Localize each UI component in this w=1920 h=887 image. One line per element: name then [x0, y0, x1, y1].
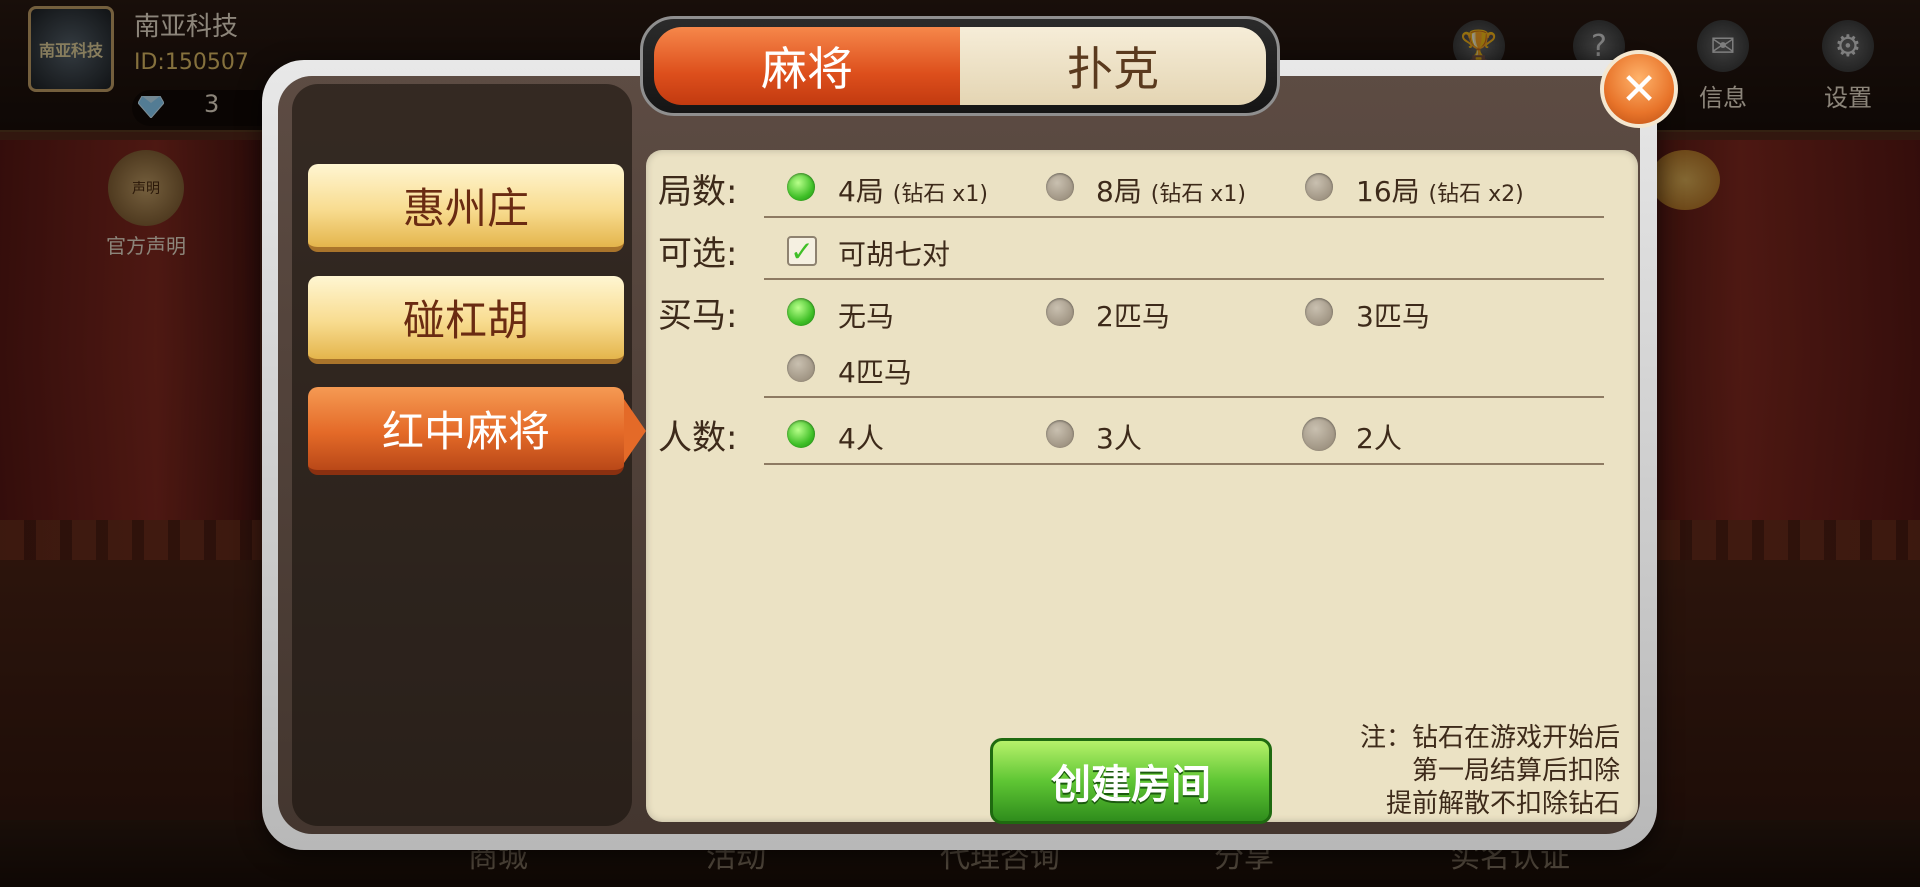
horse-none-option[interactable]: 无马	[838, 295, 894, 335]
players-4-radio[interactable]	[787, 420, 815, 448]
tab-poker[interactable]: 扑克	[960, 27, 1266, 105]
qidui-label[interactable]: 可胡七对	[838, 233, 950, 273]
qidui-checkbox[interactable]: ✓	[787, 234, 817, 268]
rounds-8-radio[interactable]	[1046, 173, 1074, 201]
horse-3-option[interactable]: 3匹马	[1356, 295, 1430, 335]
rounds-16-cost: (钻石 x2)	[1428, 182, 1524, 207]
check-icon: ✓	[790, 234, 814, 268]
diamond-note: 注：钻石在游戏开始后 第一局结算后扣除 提前解散不扣除钻石	[1320, 722, 1620, 821]
buy-horse-label: 买马:	[658, 296, 738, 336]
rounds-8-option[interactable]: 8局 (钻石 x1)	[1096, 170, 1246, 210]
note-line-1: 注：钻石在游戏开始后	[1359, 723, 1620, 753]
divider	[764, 463, 1604, 465]
mode-hongzhong-mahjong[interactable]: 红中麻将	[308, 387, 646, 475]
players-3-option[interactable]: 3人	[1096, 417, 1142, 457]
rounds-4-cost: (钻石 x1)	[892, 182, 988, 207]
rounds-8-text: 8局	[1096, 175, 1142, 208]
note-line-3: 提前解散不扣除钻石	[1385, 789, 1620, 819]
mode-huizhouzhuang[interactable]: 惠州庄	[308, 164, 624, 252]
horse-none-radio[interactable]	[787, 298, 815, 326]
close-icon: ✕	[1620, 63, 1658, 115]
divider	[764, 396, 1604, 398]
players-2-radio[interactable]	[1302, 417, 1336, 451]
divider	[764, 278, 1604, 280]
divider	[764, 216, 1604, 218]
tab-mahjong[interactable]: 麻将	[654, 27, 960, 105]
optional-label: 可选:	[658, 234, 738, 274]
horse-4-radio[interactable]	[787, 354, 815, 382]
note-line-2: 第一局结算后扣除	[1411, 756, 1620, 786]
rounds-4-option[interactable]: 4局 (钻石 x1)	[838, 170, 988, 210]
rounds-16-text: 16局	[1356, 175, 1420, 208]
horse-2-radio[interactable]	[1046, 298, 1074, 326]
players-2-option[interactable]: 2人	[1356, 417, 1402, 457]
players-3-radio[interactable]	[1046, 420, 1074, 448]
rounds-16-radio[interactable]	[1305, 173, 1333, 201]
create-room-button[interactable]: 创建房间	[990, 738, 1272, 824]
mode-pengganghu[interactable]: 碰杠胡	[308, 276, 624, 364]
horse-3-radio[interactable]	[1305, 298, 1333, 326]
horse-4-option[interactable]: 4匹马	[838, 351, 912, 391]
rounds-4-text: 4局	[838, 175, 884, 208]
rounds-4-radio[interactable]	[787, 173, 815, 201]
close-button[interactable]: ✕	[1600, 50, 1678, 128]
rounds-16-option[interactable]: 16局 (钻石 x2)	[1356, 170, 1524, 210]
rounds-8-cost: (钻石 x1)	[1150, 182, 1246, 207]
players-4-option[interactable]: 4人	[838, 417, 884, 457]
rounds-label: 局数:	[658, 172, 738, 212]
horse-2-option[interactable]: 2匹马	[1096, 295, 1170, 335]
players-label: 人数:	[658, 418, 738, 458]
